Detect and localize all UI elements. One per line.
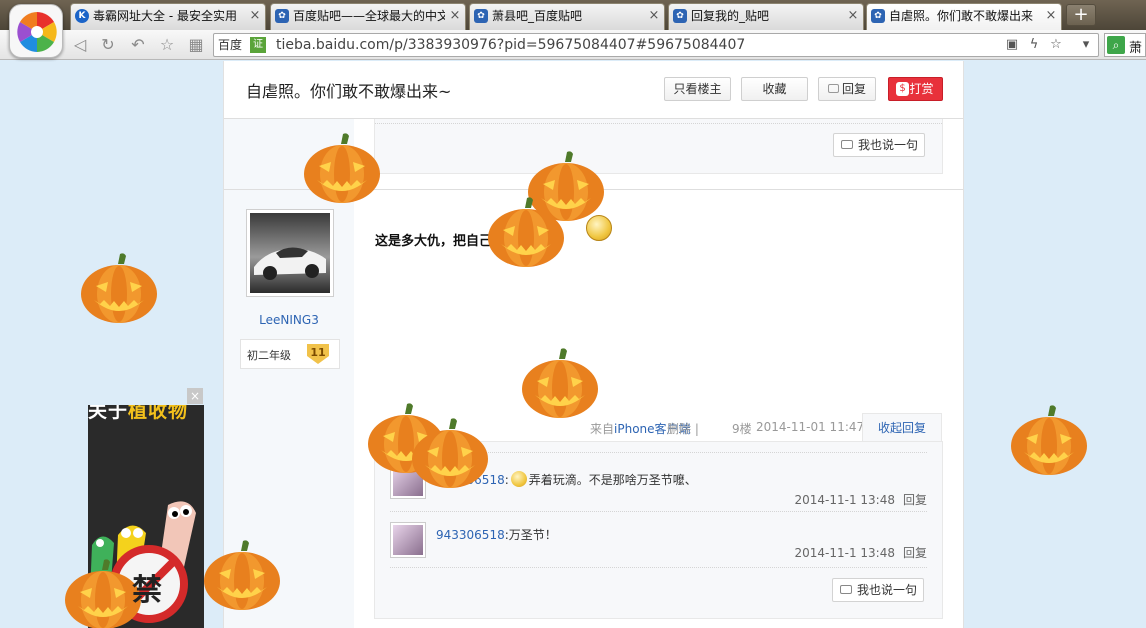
reply-link[interactable]: 回复 <box>903 493 927 507</box>
tab-close-icon[interactable]: × <box>847 4 859 28</box>
pumpkin-icon <box>80 250 158 324</box>
reply-username[interactable]: 943306518 <box>436 528 505 542</box>
baidu-paw-icon: ✿ <box>474 9 488 23</box>
page-title: 自虐照。你们敢不敢爆出来~ <box>246 82 452 101</box>
url-text[interactable]: tieba.baidu.com/p/3383930976?pid=5967508… <box>276 36 745 54</box>
nav-toolbar: ◁ ↻ ↶ ☆ ▦ 百度 证 tieba.baidu.com/p/3383930… <box>0 30 1146 60</box>
tab-current-thread[interactable]: ✿ 自虐照。你们敢不敢爆出来 × <box>866 3 1062 30</box>
thread-header: 自虐照。你们敢不敢爆出来~ 只看楼主 收藏 回复 $ 打赏 <box>224 61 963 119</box>
author-username[interactable]: LeeNING3 <box>224 313 354 327</box>
ad-headline: 关于植收物 <box>88 405 189 422</box>
tab-close-icon[interactable]: × <box>1045 4 1057 28</box>
qr-code-icon[interactable]: ▣ <box>1004 37 1020 53</box>
tab-close-icon[interactable]: × <box>249 4 261 28</box>
duba-favicon-icon: K <box>75 9 89 23</box>
site-label: 百度 <box>218 38 243 52</box>
collapse-replies-button[interactable]: 收起回复 <box>862 413 942 442</box>
apps-grid-icon[interactable]: ▦ <box>186 35 206 55</box>
bookmark-star-icon[interactable]: ☆ <box>1048 37 1064 53</box>
dropdown-arrow-icon[interactable]: ▾ <box>1078 37 1094 53</box>
baidu-paw-icon: ✿ <box>673 9 687 23</box>
tab-bar: K 毒霸网址大全 - 最安全实用 × ✿ 百度贴吧——全球最大的中文 × ✿ 萧… <box>0 0 1146 30</box>
new-tab-button[interactable]: + <box>1066 4 1096 26</box>
back-arrow-icon[interactable]: ◁ <box>70 35 90 55</box>
post-time: 2014-11-01 11:47 <box>756 420 865 434</box>
only-op-button[interactable]: 只看楼主 <box>664 77 731 101</box>
baidu-paw-icon: ✿ <box>871 9 885 23</box>
lightning-icon[interactable]: ϟ <box>1026 37 1042 53</box>
tab-tieba-home[interactable]: ✿ 百度贴吧——全球最大的中文 × <box>270 3 466 30</box>
reply-button[interactable]: 回复 <box>818 77 876 101</box>
car-avatar-image <box>250 213 330 293</box>
say-something-button[interactable]: 我也说一句 <box>832 578 924 602</box>
star-icon[interactable]: ☆ <box>157 35 177 55</box>
pumpkin-icon <box>521 345 599 419</box>
pumpkin-icon <box>64 556 142 628</box>
pumpkin-icon <box>203 537 281 611</box>
refresh-icon[interactable]: ↻ <box>98 35 118 55</box>
level-title: 初二年级 <box>247 349 291 362</box>
tab-xiaoxian[interactable]: ✿ 萧县吧_百度贴吧 × <box>469 3 665 30</box>
favorite-button[interactable]: 收藏 <box>741 77 808 101</box>
level-box[interactable]: 初二年级 11 <box>240 339 340 369</box>
pumpkin-icon <box>487 194 565 268</box>
comment-icon <box>841 140 853 149</box>
baidu-paw-icon: ✿ <box>275 9 289 23</box>
reply-avatar[interactable] <box>390 522 426 558</box>
smile-emoji-icon <box>510 471 527 487</box>
delete-link[interactable]: 删除 | <box>667 420 699 437</box>
reply-link[interactable]: 回复 <box>903 546 927 560</box>
pumpkin-icon <box>411 415 489 489</box>
tab-close-icon[interactable]: × <box>648 4 660 28</box>
address-bar[interactable]: 百度 证 tieba.baidu.com/p/3383930976?pid=59… <box>213 33 1099 57</box>
tab-replies[interactable]: ✿ 回复我的_贴吧 × <box>668 3 864 30</box>
undo-icon[interactable]: ↶ <box>128 35 148 55</box>
verified-badge[interactable]: 证 <box>250 37 266 53</box>
ad-close-icon[interactable]: × <box>187 388 203 404</box>
list-item: 943306518:万圣节！ 2014-11-1 13:48 回复 <box>390 512 927 568</box>
previous-comment-box: 我也说一句 <box>374 119 943 174</box>
browser-logo-icon[interactable] <box>9 4 63 58</box>
reply-time: 2014-11-1 13:48 <box>794 493 895 507</box>
money-bag-icon: $ <box>896 82 909 96</box>
floor-number: 9楼 <box>732 422 752 436</box>
reply-time: 2014-11-1 13:48 <box>794 546 895 560</box>
search-icon[interactable]: ⌕ <box>1107 36 1125 54</box>
comment-icon <box>828 84 839 93</box>
pumpkin-icon <box>303 130 381 204</box>
tab-close-icon[interactable]: × <box>449 4 461 28</box>
say-something-button[interactable]: 我也说一句 <box>833 133 925 157</box>
tab-duba[interactable]: K 毒霸网址大全 - 最安全实用 × <box>70 3 266 30</box>
comment-icon <box>840 585 852 594</box>
pumpkin-icon <box>1010 402 1088 476</box>
avatar[interactable] <box>246 209 334 297</box>
search-box[interactable]: ⌕ 萧 <box>1104 33 1146 57</box>
level-badge: 11 <box>307 344 329 364</box>
reward-button[interactable]: $ 打赏 <box>888 77 943 101</box>
